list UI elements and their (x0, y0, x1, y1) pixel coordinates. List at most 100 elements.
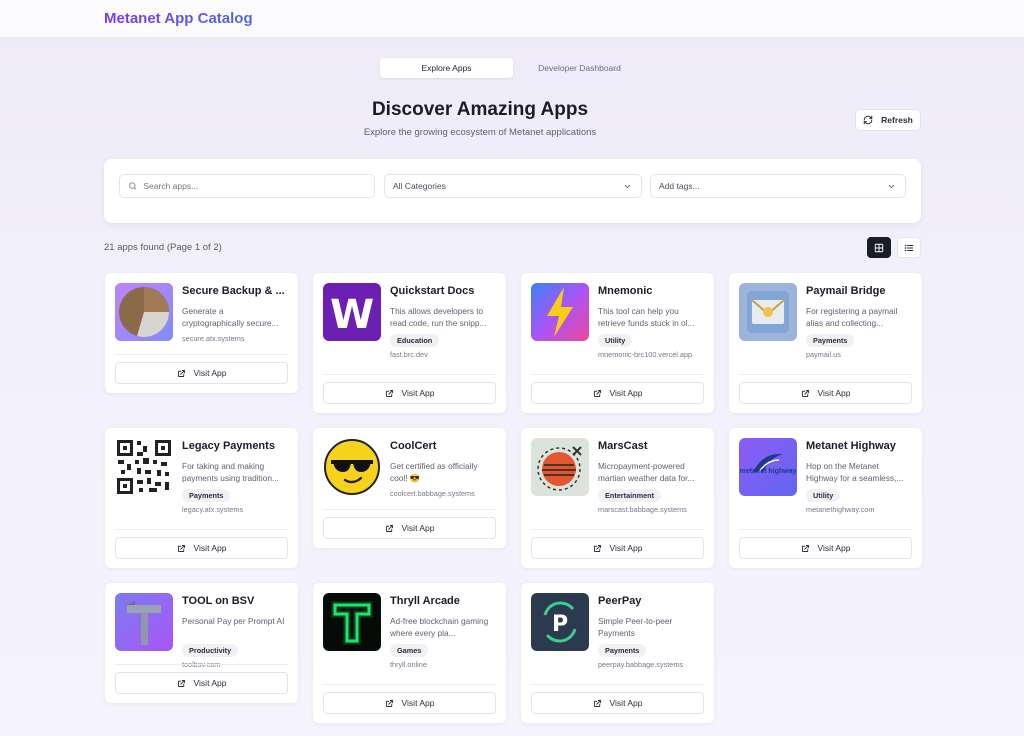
page-title: Discover Amazing Apps (371, 99, 589, 120)
search-field[interactable] (119, 174, 375, 198)
category-select[interactable]: All Categories (384, 174, 642, 198)
app-card[interactable]: Paymail Bridge For registering a paymail … (729, 273, 922, 413)
visit-app-button[interactable]: Visit App (115, 362, 288, 384)
category-tag: Utility (806, 489, 841, 502)
tab-explore-apps[interactable]: Explore Apps (380, 58, 513, 78)
visit-app-label: Visit App (609, 698, 643, 708)
visit-app-label: Visit App (193, 678, 227, 688)
lightning-bolt-logo (531, 283, 589, 341)
app-domain: fast.brc.dev (390, 350, 428, 359)
app-domain: coolcert.babbage.systems (390, 489, 475, 498)
external-link-icon (801, 544, 809, 552)
page-subtitle: Explore the growing ecosystem of Metanet… (363, 127, 597, 138)
letter-w-logo: W (323, 283, 381, 341)
app-card-header: Mnemonic This tool can help you retrieve … (531, 283, 704, 359)
app-name: Quickstart Docs (390, 285, 475, 297)
visit-app-label: Visit App (193, 543, 227, 553)
app-name: Metanet Highway (806, 440, 896, 452)
grid-view-button[interactable] (867, 237, 891, 258)
app-card[interactable]: W Quickstart Docs This allows developers t… (313, 273, 506, 413)
app-card-header: P PeerPay Simple Peer-to-peer Payments Paym… (531, 593, 704, 669)
app-domain: peerpay.babbage.systems (598, 660, 684, 669)
external-link-icon (593, 544, 601, 552)
visit-app-label: Visit App (817, 388, 851, 398)
main-tabs: Explore Apps Developer Dashboard (380, 58, 646, 78)
app-description: Hop on the Metanet Highway for a seamles… (806, 461, 904, 483)
category-tag: Payments (182, 489, 231, 502)
refresh-icon (863, 115, 873, 125)
app-description: Personal Pay per Prompt AI (182, 616, 285, 626)
app-title[interactable]: Metanet App Catalog (104, 10, 253, 27)
app-description: Ad-free blockchain gaming where every pl… (390, 616, 489, 638)
card-divider (531, 374, 704, 375)
external-link-icon (593, 699, 601, 707)
app-card-header: MarsCast Micropayment-powered martian wea… (531, 438, 704, 514)
app-description: Get certified as officially cool! 😎 (390, 461, 478, 483)
visit-app-button[interactable]: Visit App (323, 517, 496, 539)
list-view-button[interactable] (897, 237, 921, 258)
tab-developer-dashboard[interactable]: Developer Dashboard (513, 58, 646, 78)
app-card[interactable]: CoolCert Get certified as officially cool… (313, 428, 506, 548)
tags-select[interactable]: Add tags... (650, 174, 906, 198)
visit-app-button[interactable]: Visit App (115, 537, 288, 559)
card-divider (115, 529, 288, 530)
app-card[interactable]: Mnemonic This tool can help you retrieve … (521, 273, 714, 413)
app-name: Secure Backup & ... (182, 285, 285, 297)
external-link-icon (385, 389, 393, 397)
app-card[interactable]: Thryll Arcade Ad-free blockchain gaming w… (313, 583, 506, 723)
visit-app-button[interactable]: Visit App (739, 537, 912, 559)
category-tag: Games (390, 644, 429, 657)
category-tag: Productivity (182, 644, 239, 657)
category-tag: Payments (598, 644, 647, 657)
app-domain: marscast.babbage.systems (598, 505, 687, 514)
app-domain: legacy.atx.systems (182, 505, 244, 514)
visit-app-button[interactable]: Visit App (323, 692, 496, 714)
external-link-icon (177, 369, 185, 377)
app-name: Legacy Payments (182, 440, 275, 452)
refresh-label: Refresh (881, 115, 913, 125)
planet-logo (531, 438, 589, 496)
app-card[interactable]: TOOL on BSV Personal Pay per Prompt AI Pro… (105, 583, 298, 703)
app-name: MarsCast (598, 440, 648, 452)
external-link-icon (593, 389, 601, 397)
app-card[interactable]: Secure Backup & ... Generate a cryptograp… (105, 273, 298, 393)
category-tag: Education (390, 334, 440, 347)
app-description: This tool can help you retrieve funds st… (598, 306, 695, 328)
visit-app-label: Visit App (609, 388, 643, 398)
visit-app-button[interactable]: Visit App (531, 692, 704, 714)
app-domain: thryll.online (390, 660, 427, 669)
app-description: For registering a paymail alias and coll… (806, 306, 898, 328)
visit-app-button[interactable]: Visit App (531, 537, 704, 559)
card-divider (323, 509, 496, 510)
card-divider (115, 354, 288, 355)
visit-app-button[interactable]: Visit App (531, 382, 704, 404)
card-divider (323, 374, 496, 375)
app-description: Generate a cryptographically secure... (182, 306, 279, 328)
svg-text:P: P (552, 612, 568, 637)
app-card[interactable]: P PeerPay Simple Peer-to-peer Payments Paym… (521, 583, 714, 723)
visit-app-button[interactable]: Visit App (323, 382, 496, 404)
app-card[interactable]: metanet highway Metanet Highway Hop on the… (729, 428, 922, 568)
app-card-header: TOOL on BSV Personal Pay per Prompt AI Pro… (115, 593, 288, 669)
card-divider (115, 664, 288, 665)
card-divider (323, 684, 496, 685)
visit-app-button[interactable]: Visit App (739, 382, 912, 404)
external-link-icon (385, 699, 393, 707)
tags-placeholder: Add tags... (659, 181, 700, 191)
grid-view-icon (874, 243, 884, 252)
external-link-icon (801, 389, 809, 397)
app-card[interactable]: MarsCast Micropayment-powered martian wea… (521, 428, 714, 568)
visit-app-button[interactable]: Visit App (115, 672, 288, 694)
app-card-header: Thryll Arcade Ad-free blockchain gaming w… (323, 593, 496, 669)
top-bar: Metanet App Catalog (0, 0, 1024, 38)
svg-text:W: W (330, 292, 374, 338)
refresh-button[interactable]: Refresh (855, 109, 921, 131)
logo-text: metanet highway (739, 468, 797, 475)
search-input[interactable] (143, 181, 366, 191)
card-divider (739, 529, 912, 530)
visit-app-label: Visit App (401, 698, 435, 708)
app-name: Paymail Bridge (806, 285, 886, 297)
app-card[interactable]: Legacy Payments For taking and making pay… (105, 428, 298, 568)
visit-app-label: Visit App (193, 368, 227, 378)
app-card-header: CoolCert Get certified as officially cool… (323, 438, 496, 498)
